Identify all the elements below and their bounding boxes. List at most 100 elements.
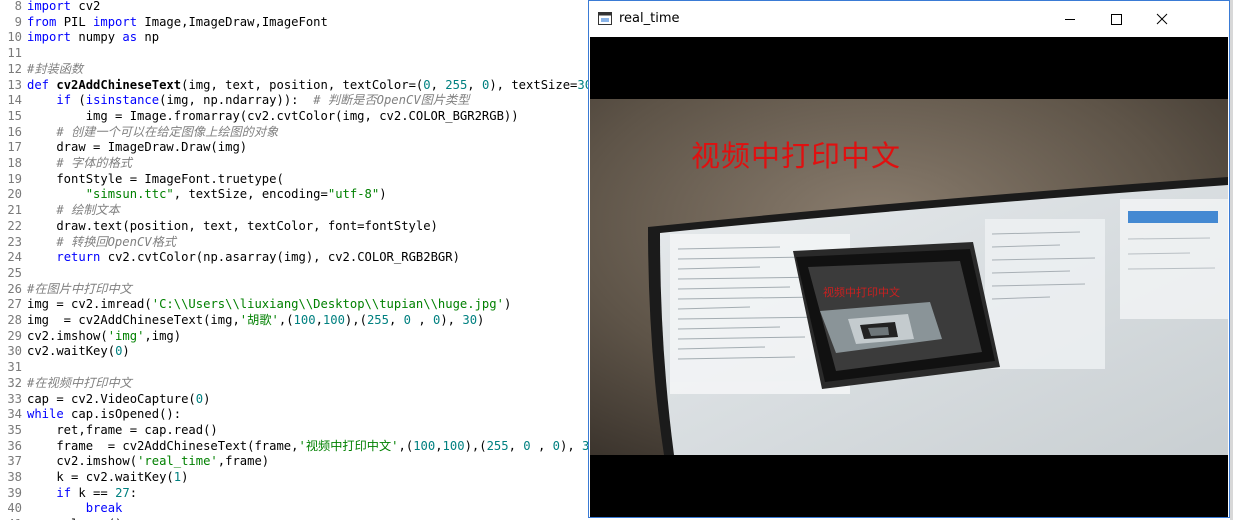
- line-number: 35: [7, 422, 22, 437]
- code-text: k = cv2.waitKey(1): [27, 470, 189, 484]
- code-text: #在图片中打印中文: [27, 281, 132, 296]
- code-text: cv2.imshow('real_time',frame): [27, 454, 270, 469]
- code-line[interactable]: 40 break: [0, 500, 590, 516]
- code-text: # 创建一个可以在给定图像上绘图的对象: [56, 124, 279, 139]
- code-line[interactable]: 30 cv2.waitKey(0): [0, 343, 590, 359]
- line-number: 24: [7, 250, 22, 265]
- code-line[interactable]: 25: [0, 265, 590, 281]
- code-line[interactable]: 27 img = cv2.imread('C:\\Users\\liuxiang\…: [0, 296, 590, 312]
- window-title: real_time: [619, 11, 680, 26]
- maximize-button[interactable]: [1093, 1, 1139, 37]
- code-line[interactable]: 21 # 绘制文本: [0, 202, 590, 218]
- code-text: fontStyle = ImageFont.truetype(: [27, 171, 284, 186]
- line-number: 29: [7, 328, 22, 343]
- close-button[interactable]: [1139, 1, 1185, 37]
- code-line[interactable]: 20 "simsun.ttc", textSize, encoding="utf…: [0, 186, 590, 202]
- code-line[interactable]: 35 ret,frame = cap.read(): [0, 422, 590, 438]
- code-text: if k == 27:: [56, 485, 138, 500]
- code-text: import numpy as np: [27, 30, 160, 45]
- code-text: import cv2: [27, 0, 101, 13]
- code-line[interactable]: 26 #在图片中打印中文: [0, 281, 590, 297]
- code-line[interactable]: 14 if (isinstance(img, np.ndarray)): # 判…: [0, 92, 590, 108]
- line-number: 28: [7, 313, 22, 327]
- minimize-icon: [1065, 19, 1075, 20]
- code-line[interactable]: 19 fontStyle = ImageFont.truetype(: [0, 171, 590, 187]
- code-line[interactable]: 10 import numpy as np: [0, 29, 590, 45]
- minimize-button[interactable]: [1047, 1, 1093, 37]
- code-text: def cv2AddChineseText(img, text, positio…: [27, 77, 590, 92]
- line-number: 23: [7, 234, 22, 249]
- code-editor[interactable]: 8 import cv2 9 from PIL import Image,ImageD…: [0, 0, 590, 520]
- code-line[interactable]: 34 while cap.isOpened():: [0, 406, 590, 422]
- code-text: # 字体的格式: [56, 156, 132, 170]
- line-number: 37: [7, 454, 22, 469]
- close-icon: [1156, 13, 1168, 25]
- line-number: 10: [7, 30, 22, 45]
- code-line[interactable]: 41 cap.release(): [0, 516, 590, 520]
- line-number: 8: [14, 0, 22, 13]
- line-number: 20: [7, 187, 22, 202]
- code-line[interactable]: 37 cv2.imshow('real_time',frame): [0, 453, 590, 469]
- code-line[interactable]: 15 img = Image.fromarray(cv2.cvtColor(im…: [0, 108, 590, 124]
- code-text: frame = cv2AddChineseText(frame,'视频中打印中文…: [27, 438, 590, 453]
- line-number: 38: [7, 470, 22, 484]
- line-number: 34: [7, 407, 22, 422]
- code-text: img = cv2.imread('C:\\Users\\liuxiang\\D…: [27, 297, 512, 312]
- line-number: 13: [7, 77, 22, 92]
- code-line[interactable]: 16 # 创建一个可以在给定图像上绘图的对象: [0, 124, 590, 140]
- code-line[interactable]: 12 #封装函数: [0, 61, 590, 77]
- code-text: draw.text(position, text, textColor, fon…: [27, 218, 438, 233]
- overlay-chinese-text: 视频中打印中文: [691, 139, 902, 173]
- line-number: 32: [7, 375, 22, 390]
- app-window-icon: [598, 12, 612, 25]
- code-line[interactable]: 23 # 转换回OpenCV格式: [0, 234, 590, 250]
- code-line[interactable]: 8 import cv2: [0, 0, 590, 14]
- code-line[interactable]: 31: [0, 359, 590, 375]
- video-frame: 视频中打印中文 视频中打印中文: [590, 37, 1228, 517]
- line-number: 39: [7, 485, 22, 500]
- line-number: 18: [7, 156, 22, 170]
- code-text: cv2.waitKey(0): [27, 344, 130, 359]
- code-text: img = Image.fromarray(cv2.cvtColor(img, …: [27, 108, 519, 123]
- line-number: 27: [7, 297, 22, 312]
- code-text: "simsun.ttc", textSize, encoding="utf-8"…: [85, 187, 387, 202]
- code-line[interactable]: 39 if k == 27:: [0, 485, 590, 501]
- code-line[interactable]: 28 img = cv2AddChineseText(img,'胡歌',(100,…: [0, 312, 590, 328]
- code-line[interactable]: 24 return cv2.cvtColor(np.asarray(img), …: [0, 249, 590, 265]
- code-text: return cv2.cvtColor(np.asarray(img), cv2…: [56, 250, 460, 265]
- maximize-icon: [1111, 14, 1122, 25]
- code-text: #在视频中打印中文: [27, 375, 132, 390]
- code-line[interactable]: 33 cap = cv2.VideoCapture(0): [0, 391, 590, 407]
- code-text: draw = ImageDraw.Draw(img): [27, 140, 248, 155]
- line-number: 9: [14, 14, 22, 29]
- code-line[interactable]: 17 draw = ImageDraw.Draw(img): [0, 139, 590, 155]
- line-number: 25: [7, 265, 22, 280]
- code-line[interactable]: 11: [0, 45, 590, 61]
- code-line[interactable]: 32 #在视频中打印中文: [0, 375, 590, 391]
- code-line[interactable]: 29 cv2.imshow('img',img): [0, 328, 590, 344]
- line-number: 15: [7, 108, 22, 123]
- code-line[interactable]: 36 frame = cv2AddChineseText(frame,'视频中打…: [0, 438, 590, 454]
- code-line[interactable]: 9 from PIL import Image,ImageDraw,ImageFo…: [0, 14, 590, 30]
- code-text: cap = cv2.VideoCapture(0): [27, 391, 211, 406]
- code-line[interactable]: 18 # 字体的格式: [0, 155, 590, 171]
- code-text: from PIL import Image,ImageDraw,ImageFon…: [27, 14, 328, 29]
- line-number: 26: [7, 281, 22, 296]
- code-text: cv2.imshow('img',img): [27, 328, 182, 343]
- line-number: 30: [7, 344, 22, 359]
- code-line[interactable]: 13 def cv2AddChineseText(img, text, posit…: [0, 77, 590, 93]
- line-number: 33: [7, 391, 22, 406]
- camera-image: 视频中打印中文: [590, 99, 1228, 455]
- code-text: #封装函数: [27, 61, 84, 76]
- line-number: 31: [7, 360, 22, 375]
- line-number: 11: [7, 46, 22, 61]
- real-time-window[interactable]: real_time 视频中打印中文 视频中打印中文: [588, 0, 1230, 518]
- code-text: # 转换回OpenCV格式: [56, 234, 176, 249]
- code-text: ret,frame = cap.read(): [27, 422, 218, 437]
- window-titlebar[interactable]: real_time: [589, 1, 1229, 37]
- code-line[interactable]: 22 draw.text(position, text, textColor, …: [0, 218, 590, 234]
- line-number: 14: [7, 93, 22, 108]
- code-text: img = cv2AddChineseText(img,'胡歌',(100,10…: [27, 313, 485, 327]
- code-text: if (isinstance(img, np.ndarray)): # 判断是否…: [56, 93, 470, 108]
- code-line[interactable]: 38 k = cv2.waitKey(1): [0, 469, 590, 485]
